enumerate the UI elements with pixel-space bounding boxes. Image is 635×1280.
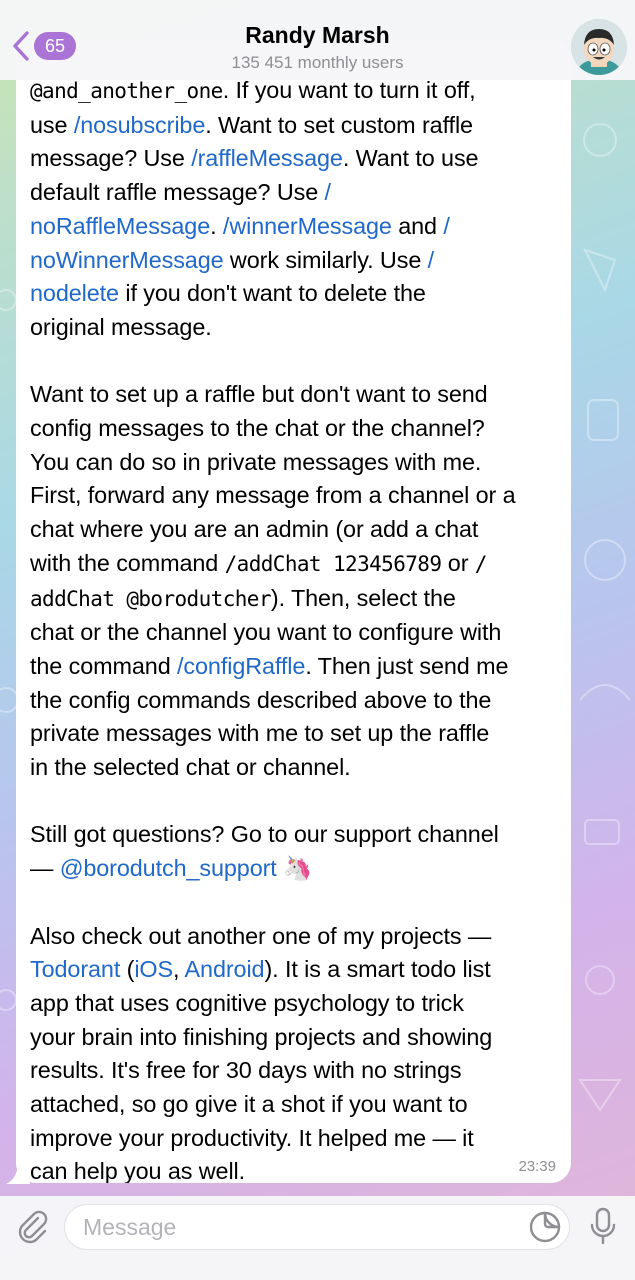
message-line: private messages with me to set up the r… bbox=[30, 720, 490, 747]
text-span: default raffle message? Use bbox=[30, 179, 325, 206]
message-bubble[interactable]: @and_another_one. If you want to turn it… bbox=[16, 40, 571, 1183]
message-line: chat where you are an admin (or add a ch… bbox=[30, 516, 479, 543]
text-span: ). It is a smart todo list bbox=[264, 956, 491, 983]
avatar[interactable] bbox=[571, 19, 627, 75]
inline-code: @and_another_one bbox=[30, 79, 223, 103]
chat-subtitle: 135 451 monthly users bbox=[231, 53, 404, 72]
message-line: results. It's free for 30 days with no s… bbox=[30, 1057, 462, 1084]
link-ios[interactable]: iOS bbox=[134, 956, 173, 982]
message-line: can help you as well. bbox=[30, 1158, 246, 1183]
command-link-rafflemessage[interactable]: /raffleMessage bbox=[191, 145, 343, 171]
command-link-norafflemessage[interactable]: noRaffleMessage bbox=[30, 213, 210, 239]
randy-avatar-icon bbox=[571, 19, 627, 75]
text-span: message? Use bbox=[30, 145, 192, 172]
message-line: nodelete if you don't want to delete the bbox=[30, 277, 555, 311]
link-todorant[interactable]: Todorant bbox=[30, 956, 120, 982]
message-line: original message. bbox=[30, 313, 212, 340]
text-span: , bbox=[173, 956, 185, 983]
message-line: chat or the channel you want to configur… bbox=[30, 619, 502, 646]
text-span: or bbox=[441, 549, 475, 576]
chat-title-block[interactable]: Randy Marsh 135 451 monthly users bbox=[0, 22, 635, 73]
text-span: . If you want to turn it off, bbox=[222, 77, 476, 103]
chat-header: 65 Randy Marsh 135 451 monthly users bbox=[0, 0, 635, 80]
message-line: Still got questions? Go to our support c… bbox=[30, 821, 499, 848]
text-span: work similarly. Use bbox=[223, 246, 428, 273]
text-span: . Then just send me bbox=[305, 652, 509, 679]
message-line: noRaffleMessage. /winnerMessage and / bbox=[30, 210, 555, 244]
text-span: ). Then, select the bbox=[270, 584, 456, 611]
text-span: and bbox=[391, 212, 444, 239]
command-link-winnermessage[interactable]: /winnerMessage bbox=[223, 213, 392, 239]
command-link-nowinnermessage[interactable]: / bbox=[443, 213, 450, 239]
message-line: attached, so go give it a shot if you wa… bbox=[30, 1091, 468, 1118]
paperclip-icon[interactable] bbox=[14, 1208, 50, 1244]
command-link-norafflemessage[interactable]: / bbox=[325, 179, 332, 205]
inline-code: / bbox=[474, 551, 488, 576]
message-line: Want to set up a raffle but don't want t… bbox=[30, 381, 488, 408]
message-line: First, forward any message from a channe… bbox=[30, 482, 516, 509]
message-line: with the command /addChat 123456789 or / bbox=[30, 547, 555, 582]
message-line: in the selected chat or channel. bbox=[30, 754, 351, 781]
message-line: — @borodutch_support 🦄 bbox=[30, 852, 555, 886]
text-span: ( bbox=[120, 956, 135, 983]
message-line: addChat @borodutcher). Then, select the bbox=[30, 582, 555, 617]
sticker-icon[interactable] bbox=[528, 1210, 562, 1244]
text-span: . bbox=[210, 212, 223, 239]
message-line: the config commands described above to t… bbox=[30, 686, 492, 713]
text-span: the command bbox=[30, 652, 178, 679]
message-line: You can do so in private messages with m… bbox=[30, 448, 482, 475]
inline-code: /addChat 123456789 bbox=[224, 551, 442, 576]
text-span: . Want to set custom raffle bbox=[205, 111, 473, 138]
text-span: . Want to use bbox=[342, 145, 479, 172]
message-line: improve your productivity. It helped me … bbox=[30, 1124, 474, 1151]
command-link-nowinnermessage[interactable]: noWinnerMessage bbox=[30, 247, 224, 273]
command-link-configraffle[interactable]: /configRaffle bbox=[177, 653, 305, 679]
message-text: @and_another_one. If you want to turn it… bbox=[30, 74, 555, 1183]
unicorn-emoji: 🦄 bbox=[276, 855, 313, 882]
message-composer bbox=[0, 1196, 635, 1280]
command-link-nosubscribe[interactable]: /nosubscribe bbox=[74, 112, 206, 138]
message-line: your brain into finishing projects and s… bbox=[30, 1023, 493, 1050]
chat-title: Randy Marsh bbox=[245, 22, 390, 48]
command-link-nodelete[interactable]: nodelete bbox=[30, 280, 119, 306]
message-line: app that uses cognitive psychology to tr… bbox=[30, 989, 464, 1016]
message-line: message? Use /raffleMessage. Want to use bbox=[30, 142, 555, 176]
message-line: the command /configRaffle. Then just sen… bbox=[30, 650, 555, 684]
message-line: Also check out another one of my project… bbox=[30, 922, 492, 949]
message-line: use /nosubscribe. Want to set custom raf… bbox=[30, 109, 555, 143]
text-span: — bbox=[30, 855, 60, 882]
message-line: noWinnerMessage work similarly. Use / bbox=[30, 244, 555, 278]
inline-code: addChat @borodutcher bbox=[30, 586, 271, 611]
message-timestamp: 23:39 bbox=[518, 1158, 556, 1175]
text-span: with the command bbox=[30, 549, 225, 576]
command-link-nodelete[interactable]: / bbox=[428, 247, 435, 273]
message-line: config messages to the chat or the chann… bbox=[30, 415, 485, 442]
microphone-icon[interactable] bbox=[588, 1206, 618, 1246]
message-input[interactable] bbox=[64, 1204, 570, 1250]
message-line: default raffle message? Use / bbox=[30, 176, 555, 210]
mention-link-support[interactable]: @borodutch_support bbox=[60, 855, 277, 881]
link-android[interactable]: Android bbox=[185, 956, 265, 982]
text-span: if you don't want to delete the bbox=[118, 280, 426, 307]
text-span: use bbox=[30, 111, 74, 138]
message-line: Todorant (iOS, Android). It is a smart t… bbox=[30, 953, 555, 987]
